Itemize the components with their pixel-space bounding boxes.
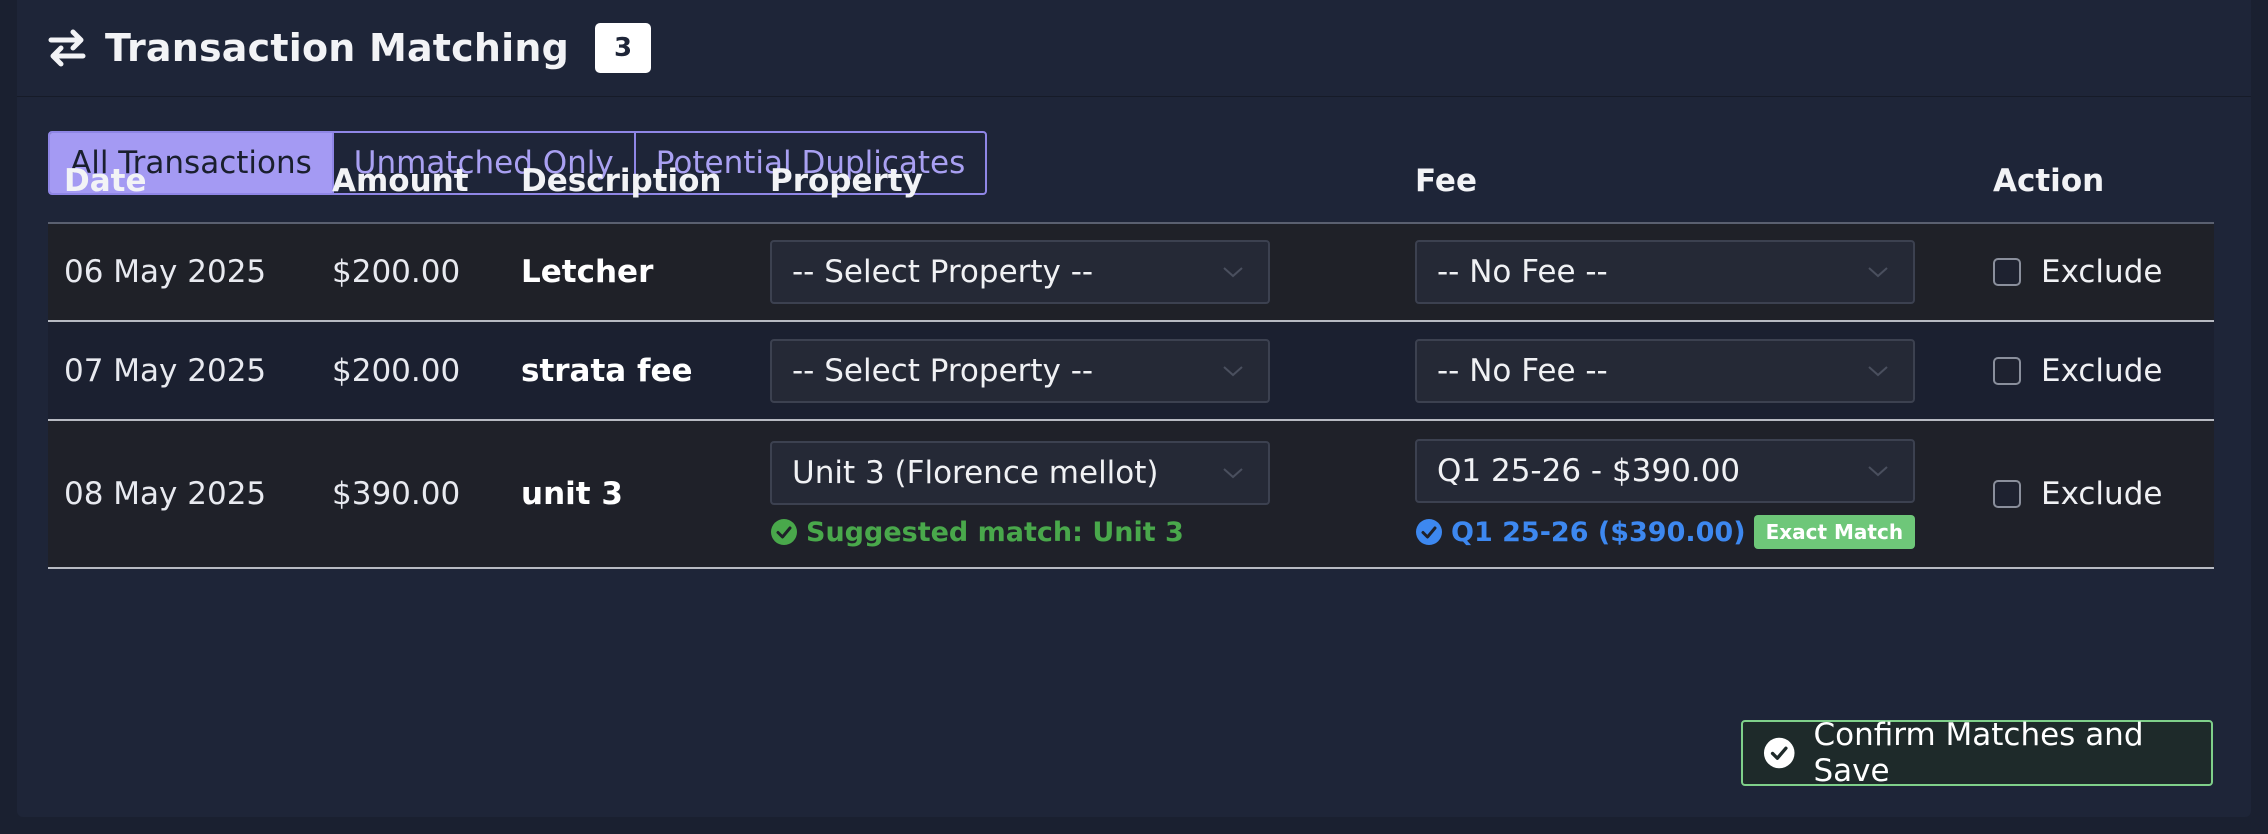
chevron-down-icon [1868,267,1888,278]
property-select-value: -- Select Property -- [792,352,1094,389]
cell-action: Exclude [1977,321,2214,421]
fee-select[interactable]: -- No Fee -- [1415,338,1915,403]
exclude-checkbox[interactable] [1993,356,2021,385]
exclude-checkbox[interactable] [1993,258,2021,286]
column-header-amount: Amount [316,139,505,224]
cell-date: 07 May 2025 [48,321,316,421]
exclude-checkbox[interactable] [1993,480,2021,508]
cell-fee: -- No Fee -- [1399,223,1977,322]
column-header-fee: Fee [1399,139,1977,224]
table-row: 07 May 2025 $200.00 strata fee -- Select… [48,321,2214,421]
cell-amount: $200.00 [316,223,505,322]
page-title: Transaction Matching [105,26,570,70]
exclude-label: Exclude [2041,476,2163,512]
cell-date: 08 May 2025 [48,420,316,569]
transaction-matching-panel: Transaction Matching 3 All Transactions … [17,0,2251,817]
fee-suggestion: Q1 25-26 ($390.00) Exact Match [1415,515,1977,549]
column-header-property: Property [754,139,1399,224]
cell-fee: -- No Fee -- [1399,321,1977,421]
check-circle-icon [1763,737,1795,769]
chevron-down-icon [1868,365,1888,376]
fee-select-value: Q1 25-26 - $390.00 [1437,453,1741,489]
chevron-down-icon [1223,467,1243,478]
fee-select-value: -- No Fee -- [1437,352,1608,389]
fee-select-value: -- No Fee -- [1437,254,1608,290]
cell-description: unit 3 [505,420,754,569]
column-header-action: Action [1977,139,2214,224]
chevron-down-icon [1223,365,1243,376]
table-row: 08 May 2025 $390.00 unit 3 Unit 3 (Flore… [48,420,2214,569]
exclude-label: Exclude [2041,352,2163,389]
column-header-description: Description [505,139,754,224]
property-suggestion: Suggested match: Unit 3 [770,517,1399,548]
confirm-matches-button[interactable]: Confirm Matches and Save [1741,717,2213,789]
fee-suggestion-text: Q1 25-26 ($390.00) [1451,516,1746,548]
confirm-matches-label: Confirm Matches and Save [1813,717,2144,789]
exclude-label: Exclude [2041,254,2163,290]
cell-description: strata fee [505,321,754,421]
chevron-down-icon [1868,466,1888,477]
check-circle-icon [771,519,797,545]
fee-select[interactable]: -- No Fee -- [1415,240,1915,304]
cell-description: Letcher [505,223,754,322]
property-select-value: -- Select Property -- [792,254,1094,290]
cell-fee: Q1 25-26 - $390.00 Q1 25-26 ($390.00) Ex… [1399,420,1977,569]
transactions-table: Date Amount Description Property Fee Act… [48,139,2214,569]
exact-match-badge: Exact Match [1753,515,1916,549]
count-badge: 3 [595,23,652,73]
cell-amount: $200.00 [316,321,505,421]
chevron-down-icon [1223,267,1243,278]
cell-property: -- Select Property -- [754,223,1399,322]
exclude-toggle[interactable]: Exclude [1993,353,2214,389]
table-row: 06 May 2025 $200.00 Letcher -- Select Pr… [48,223,2214,322]
cell-action: Exclude [1977,420,2214,569]
cell-property: -- Select Property -- [754,321,1399,421]
fee-select[interactable]: Q1 25-26 - $390.00 [1415,439,1915,503]
cell-action: Exclude [1977,223,2214,322]
swap-arrows-icon [48,29,86,67]
panel-header: Transaction Matching 3 [17,0,2251,97]
exclude-toggle[interactable]: Exclude [1993,476,2214,512]
property-select[interactable]: -- Select Property -- [770,338,1270,403]
cell-date: 06 May 2025 [48,223,316,322]
property-select[interactable]: -- Select Property -- [770,240,1270,304]
property-select-value: Unit 3 (Florence mellot) [792,454,1159,491]
cell-amount: $390.00 [316,420,505,569]
property-suggestion-text: Suggested match: Unit 3 [806,516,1184,548]
property-select[interactable]: Unit 3 (Florence mellot) [770,440,1270,505]
cell-property: Unit 3 (Florence mellot) Suggested match… [754,420,1399,569]
exclude-toggle[interactable]: Exclude [1993,254,2214,290]
column-header-date: Date [48,139,316,224]
table-header-row: Date Amount Description Property Fee Act… [48,139,2214,224]
check-circle-icon [1416,519,1442,545]
